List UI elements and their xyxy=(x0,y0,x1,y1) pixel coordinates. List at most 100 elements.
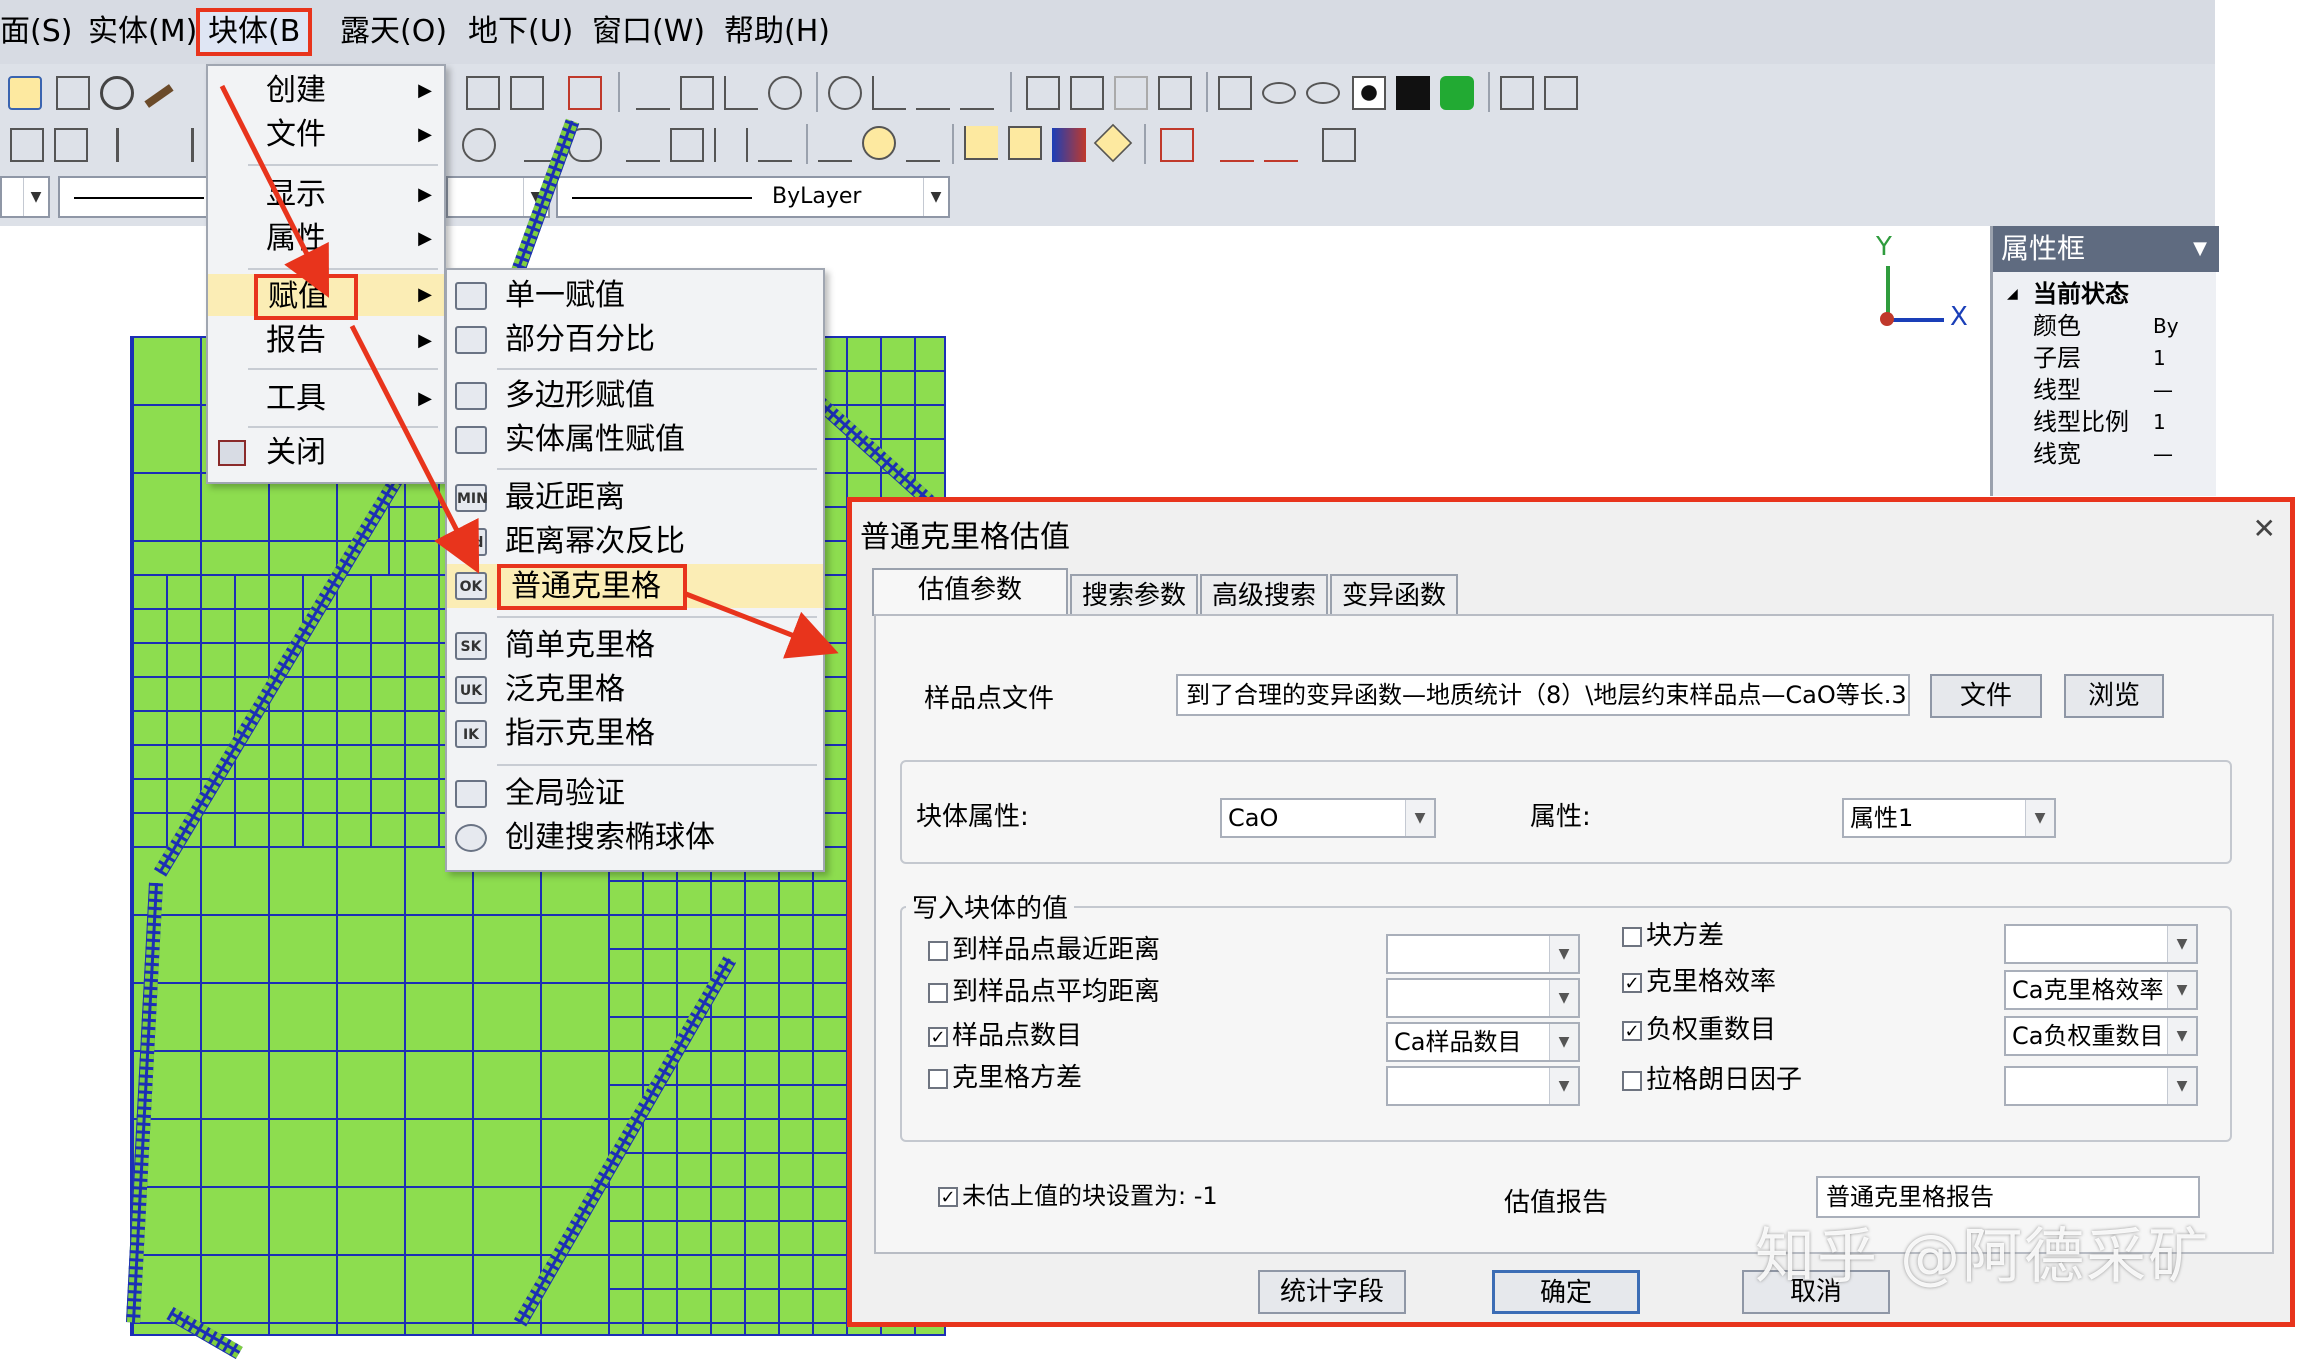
menu-window[interactable]: 窗口(W) xyxy=(592,12,705,52)
gradient-icon[interactable] xyxy=(1052,128,1086,162)
axis-icon[interactable] xyxy=(724,76,758,110)
check-nearest-distance[interactable]: 到样品点最近距离 xyxy=(928,934,1160,966)
submenu-item-partial-percent[interactable]: 部分百分比 xyxy=(447,318,823,362)
tool-icon[interactable] xyxy=(818,128,852,162)
menu-item-assign[interactable]: 赋值 ▶ xyxy=(208,274,444,320)
circle-icon[interactable] xyxy=(768,76,802,110)
checkbox[interactable] xyxy=(1622,926,1642,947)
check-unset-blocks[interactable]: ✓ 未估上值的块设置为: -1 xyxy=(938,1180,1218,1212)
block-icon[interactable] xyxy=(1218,76,1252,110)
submenu-item-simple-kriging[interactable]: SK 简单克里格 xyxy=(447,624,823,668)
menu-item-file[interactable]: 文件 ▶ xyxy=(208,114,444,156)
square-icon[interactable] xyxy=(1396,76,1430,110)
property-row[interactable]: 线宽 — xyxy=(1993,438,2219,470)
checkbox-checked[interactable]: ✓ xyxy=(938,1187,958,1207)
properties-section[interactable]: ◢ 当前状态 xyxy=(1993,278,2219,310)
submenu-item-indicator-kriging[interactable]: IK 指示克里格 xyxy=(447,712,823,756)
menu-item-tools[interactable]: 工具 ▶ xyxy=(208,378,444,420)
block-attr-select[interactable]: CaO ▼ xyxy=(1220,798,1436,838)
tool-icon[interactable] xyxy=(466,76,500,110)
menu-item-report[interactable]: 报告 ▶ xyxy=(208,320,444,362)
submenu-item-polygon-assign[interactable]: 多边形赋值 xyxy=(447,374,823,418)
menu-item-attribute[interactable]: 属性 ▶ xyxy=(208,218,444,260)
attr-select[interactable]: 属性1 ▼ xyxy=(1842,798,2056,838)
menu-item-close[interactable]: 关闭 xyxy=(208,432,444,474)
submenu-item-search-ellipsoid[interactable]: 创建搜索椭球体 xyxy=(447,816,823,860)
edit-icon[interactable] xyxy=(8,76,42,110)
tool-icon[interactable] xyxy=(116,128,150,162)
snap-icon[interactable] xyxy=(56,76,90,110)
z-elevation-icon[interactable] xyxy=(568,76,602,110)
pencil-icon[interactable] xyxy=(758,128,792,162)
submenu-item-single-assign[interactable]: 单一赋值 xyxy=(447,274,823,318)
tool-icon[interactable] xyxy=(1264,128,1298,162)
ellipse-icon[interactable] xyxy=(1262,82,1296,104)
layer-combo[interactable]: ▼ xyxy=(0,176,50,218)
properties-title[interactable]: 属性框 ▼ xyxy=(1993,226,2219,272)
ellipse-icon[interactable] xyxy=(1306,82,1340,104)
brush-icon[interactable] xyxy=(144,84,174,108)
angle-icon[interactable] xyxy=(680,76,714,110)
menu-openpit[interactable]: 露天(O) xyxy=(340,12,447,52)
tool-icon[interactable] xyxy=(10,128,44,162)
copy-icon[interactable] xyxy=(1070,76,1104,110)
xy-icon[interactable] xyxy=(960,76,994,110)
tool-icon[interactable] xyxy=(862,126,896,160)
kriging-efficiency-select[interactable]: Ca克里格效率 ▼ xyxy=(2004,970,2198,1010)
average-distance-select[interactable]: ▼ xyxy=(1386,978,1580,1018)
block-variance-select[interactable]: ▼ xyxy=(2004,924,2198,964)
check-negative-weights[interactable]: ✓ 负权重数目 xyxy=(1622,1014,1776,1046)
menu-item-display[interactable]: 显示 ▶ xyxy=(208,174,444,216)
tab-search-params[interactable]: 搜索参数 xyxy=(1070,574,1198,616)
menu-block[interactable]: 块体(B xyxy=(196,8,313,56)
property-row[interactable]: 颜色 By xyxy=(1993,310,2219,342)
checkbox[interactable] xyxy=(928,940,948,961)
tab-variogram[interactable]: 变异函数 xyxy=(1330,574,1458,616)
slope-icon[interactable] xyxy=(916,76,950,110)
tool-icon[interactable] xyxy=(1008,126,1042,160)
close-icon[interactable]: ✕ xyxy=(2253,512,2276,545)
circle-minus-icon[interactable] xyxy=(828,76,862,110)
copy-icon[interactable] xyxy=(1114,76,1148,110)
sample-file-input[interactable]: 到了合理的变异函数—地质统计（8）\地层约束样品点—CaO等长.3ds xyxy=(1176,674,1910,716)
check-lagrange[interactable]: 拉格朗日因子 xyxy=(1622,1064,1802,1096)
tool-icon[interactable] xyxy=(1322,128,1356,162)
checkbox-checked[interactable]: ✓ xyxy=(928,1026,948,1047)
submenu-item-ordinary-kriging[interactable]: OK 普通克里格 xyxy=(447,564,823,610)
browse-button[interactable]: 浏览 xyxy=(2064,674,2164,718)
tool-icon[interactable] xyxy=(160,128,194,162)
globe-icon[interactable] xyxy=(462,128,496,162)
tool-icon[interactable] xyxy=(1220,128,1254,162)
measure-icon[interactable] xyxy=(636,76,670,110)
property-row[interactable]: 线型比例 1 xyxy=(1993,406,2219,438)
linetype-combo[interactable]: ByLayer ▼ xyxy=(556,176,950,218)
lagrange-select[interactable]: ▼ xyxy=(2004,1066,2198,1106)
checkbox[interactable] xyxy=(928,1068,948,1089)
checkbox-checked[interactable]: ✓ xyxy=(1622,1020,1642,1041)
check-kriging-variance[interactable]: 克里格方差 xyxy=(928,1062,1082,1094)
copy-icon[interactable] xyxy=(1158,76,1192,110)
menu-underground[interactable]: 地下(U) xyxy=(468,12,573,52)
menu-item-create[interactable]: 创建 ▶ xyxy=(208,70,444,112)
linetype-combo-left[interactable] xyxy=(58,176,208,218)
chevron-down-icon[interactable]: ▼ xyxy=(2193,226,2207,272)
file-button[interactable]: 文件 xyxy=(1930,674,2042,718)
stats-fields-button[interactable]: 统计字段 xyxy=(1258,1270,1406,1314)
kriging-variance-select[interactable]: ▼ xyxy=(1386,1066,1580,1106)
funnel-icon[interactable] xyxy=(626,128,660,162)
negative-weights-select[interactable]: Ca负权重数目 ▼ xyxy=(2004,1016,2198,1056)
check-kriging-efficiency[interactable]: ✓ 克里格效率 xyxy=(1622,966,1776,998)
submenu-item-idw[interactable]: 1/d 距离幂次反比 xyxy=(447,520,823,564)
tool-icon[interactable] xyxy=(54,128,88,162)
submenu-item-universal-kriging[interactable]: UK 泛克里格 xyxy=(447,668,823,712)
property-row[interactable]: 线型 — xyxy=(1993,374,2219,406)
cylinder-icon[interactable] xyxy=(1440,76,1474,110)
ok-button[interactable]: 确定 xyxy=(1492,1270,1640,1314)
collapse-icon[interactable]: ◢ xyxy=(2007,278,2018,310)
checkbox[interactable] xyxy=(928,982,948,1003)
nearest-distance-select[interactable]: ▼ xyxy=(1386,934,1580,974)
menu-surface[interactable]: 面(S) xyxy=(0,12,72,52)
check-block-variance[interactable]: 块方差 xyxy=(1622,920,1724,952)
submenu-item-global-validation[interactable]: 全局验证 xyxy=(447,772,823,816)
tool-icon[interactable] xyxy=(714,128,748,162)
